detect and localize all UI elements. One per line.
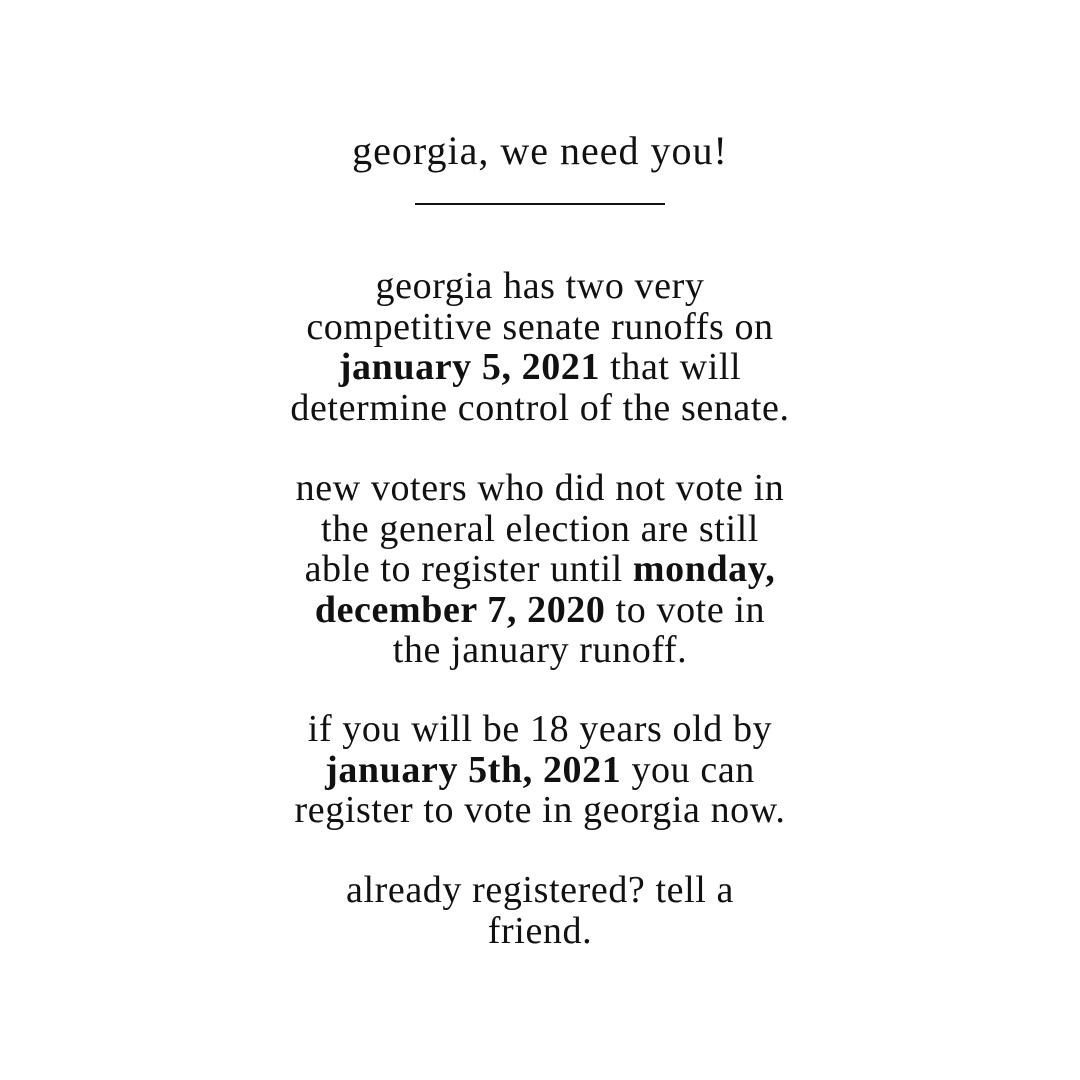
paragraph-runoffs: georgia has two very competitive senate … bbox=[140, 266, 940, 428]
post-canvas: georgia, we need you! georgia has two ve… bbox=[0, 0, 1080, 1080]
date-emphasis: monday, bbox=[632, 548, 776, 590]
text-line: able to register until monday, bbox=[140, 549, 940, 590]
text-line: january 5, 2021 that will bbox=[140, 347, 940, 388]
text-line: georgia has two very bbox=[375, 265, 705, 307]
text-line: friend. bbox=[487, 909, 593, 952]
text-fragment: to vote in bbox=[605, 588, 766, 631]
text-line: if you will be 18 years old by bbox=[307, 708, 773, 750]
paragraph-tell-a-friend: already registered? tell a friend. bbox=[140, 870, 940, 951]
text-fragment: you can bbox=[621, 748, 755, 791]
text-line: register to vote in georgia now. bbox=[294, 789, 786, 831]
text-line: december 7, 2020 to vote in bbox=[140, 588, 940, 631]
text-line: new voters who did not vote in bbox=[295, 467, 785, 509]
text-line: the january runoff. bbox=[392, 629, 688, 671]
text-fragment: able to register until bbox=[304, 548, 633, 590]
text-line: january 5th, 2021 you can bbox=[140, 748, 940, 791]
date-emphasis: january 5, 2021 bbox=[338, 346, 601, 388]
text-line: already registered? tell a bbox=[346, 869, 734, 911]
date-emphasis: january 5th, 2021 bbox=[325, 748, 622, 791]
paragraph-new-voters: new voters who did not vote in the gener… bbox=[140, 468, 940, 671]
text-fragment: that will bbox=[600, 346, 742, 388]
date-emphasis: december 7, 2020 bbox=[314, 588, 606, 631]
text-line: competitive senate runoffs on bbox=[306, 305, 774, 348]
text-line: determine control of the senate. bbox=[290, 386, 790, 429]
text-line: the general election are still bbox=[321, 507, 759, 550]
title-divider bbox=[415, 203, 665, 205]
post-title: georgia, we need you! bbox=[352, 128, 728, 173]
paragraph-age-eligibility: if you will be 18 years old by january 5… bbox=[140, 709, 940, 831]
